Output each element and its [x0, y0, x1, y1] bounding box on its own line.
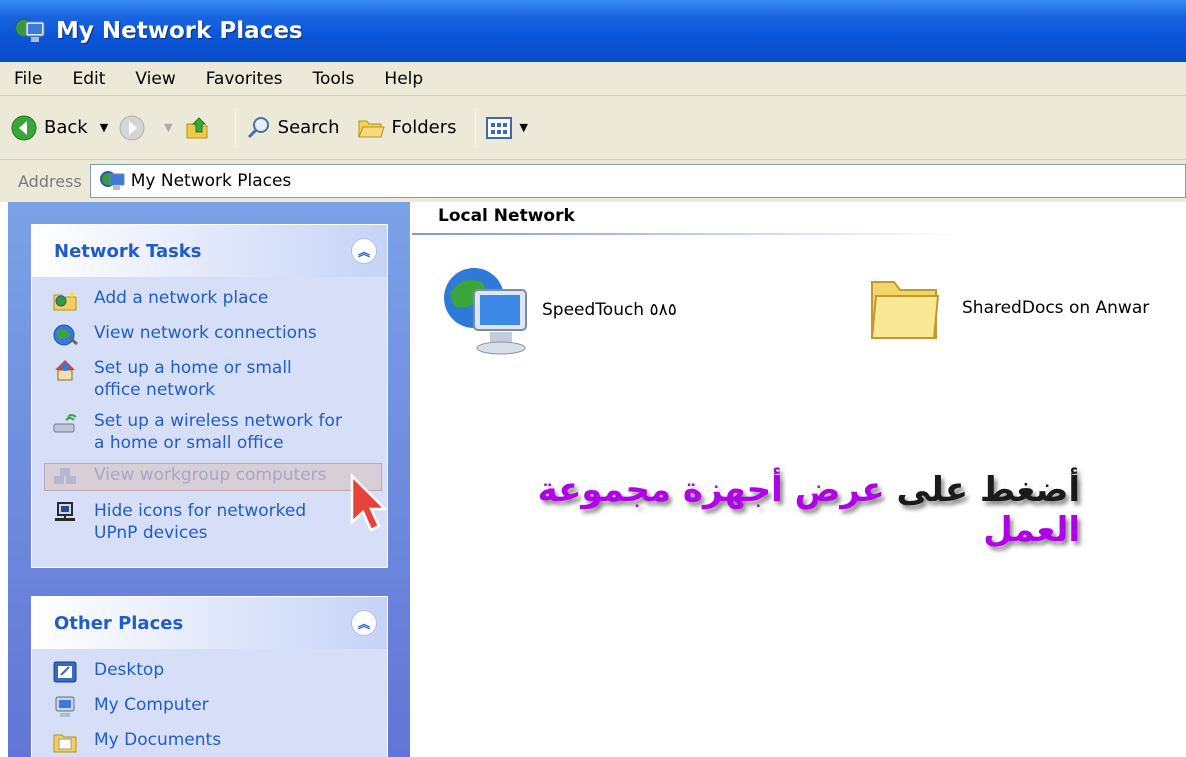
- address-field[interactable]: My Network Places: [89, 164, 1186, 198]
- other-places-header[interactable]: Other Places ︽: [32, 597, 387, 649]
- desktop-icon: [53, 661, 77, 683]
- my-computer-icon: [55, 696, 75, 717]
- back-label: Back: [44, 117, 88, 138]
- window-title: My Network Places: [56, 18, 303, 44]
- network-places-icon: [99, 171, 125, 190]
- task-label: Set up a wireless network for a home or …: [94, 411, 342, 453]
- shared-folder-icon: [870, 281, 940, 339]
- address-value: My Network Places: [130, 171, 292, 191]
- network-computer-icon: [444, 268, 527, 355]
- network-tasks-title: Network Tasks: [54, 240, 202, 262]
- task-wireless-network[interactable]: Set up a wireless network for a home or …: [52, 410, 377, 454]
- menu-favorites[interactable]: Favorites: [202, 67, 287, 91]
- home-network-icon: [55, 360, 75, 381]
- folders-icon: [358, 120, 386, 137]
- place-label: My Documents: [94, 730, 222, 750]
- other-places-panel: Other Places ︽ Desktop My Computer My Do…: [31, 596, 388, 757]
- toolbar-separator: [234, 107, 236, 148]
- section-divider: [412, 233, 962, 235]
- place-label: My Computer: [94, 695, 209, 715]
- place-label: Desktop: [94, 660, 165, 680]
- folders-label: Folders: [391, 117, 457, 138]
- task-add-network-place[interactable]: Add a network place: [52, 287, 377, 313]
- task-label: View network connections: [94, 323, 317, 343]
- address-bar: Address My Network Places: [0, 160, 1186, 202]
- task-label: Hide icons for networked UPnP devices: [94, 501, 307, 543]
- wireless-icon: [53, 414, 77, 433]
- back-button[interactable]: Back: [10, 114, 88, 142]
- task-home-network[interactable]: Set up a home or small office network: [52, 357, 377, 401]
- upnp-icon: [55, 502, 75, 521]
- task-view-workgroup-computers[interactable]: View workgroup computers: [44, 463, 382, 491]
- forward-button[interactable]: [118, 114, 152, 142]
- views-icon: [485, 116, 512, 139]
- network-item-shareddocs[interactable]: SharedDocs on Anwar: [866, 270, 1149, 346]
- task-label: Set up a home or small office network: [94, 358, 292, 400]
- up-folder-icon: [186, 116, 208, 138]
- menu-help[interactable]: Help: [380, 67, 427, 91]
- menu-file[interactable]: File: [10, 67, 46, 91]
- task-label: Add a network place: [94, 288, 269, 308]
- forward-arrow-icon: [119, 115, 145, 140]
- network-places-icon: [14, 18, 45, 42]
- search-button[interactable]: Search: [246, 115, 340, 141]
- toolbar-separator-2: [474, 107, 476, 148]
- collapse-chevron-icon[interactable]: ︽: [351, 238, 377, 264]
- network-item-label: SpeedTouch ٥٨٥: [542, 300, 677, 320]
- mouse-cursor-icon: [350, 472, 388, 532]
- network-tasks-list: Add a network place View network connect…: [32, 277, 387, 567]
- task-label: View workgroup computers: [94, 465, 327, 485]
- other-places-list: Desktop My Computer My Documents: [32, 649, 387, 757]
- address-label: Address: [18, 171, 82, 191]
- title-bar: My Network Places: [0, 0, 1186, 62]
- my-documents-icon: [53, 734, 77, 753]
- task-hide-upnp-icons[interactable]: Hide icons for networked UPnP devices: [52, 500, 377, 544]
- network-item-speedtouch[interactable]: SpeedTouch ٥٨٥: [440, 264, 677, 356]
- collapse-chevron-icon[interactable]: ︽: [351, 610, 377, 636]
- menu-edit[interactable]: Edit: [68, 67, 109, 91]
- folders-button[interactable]: Folders: [357, 116, 457, 140]
- place-my-documents[interactable]: My Documents: [52, 729, 377, 755]
- network-tasks-header[interactable]: Network Tasks ︽: [32, 225, 387, 277]
- search-label: Search: [277, 117, 340, 138]
- task-view-network-connections[interactable]: View network connections: [52, 322, 377, 348]
- place-desktop[interactable]: Desktop: [52, 659, 377, 685]
- section-header-local-network: Local Network: [438, 206, 575, 226]
- back-arrow-icon: [11, 115, 37, 140]
- workgroup-icon: [54, 468, 76, 484]
- up-folder-button[interactable]: [183, 114, 217, 142]
- add-network-place-icon: [53, 289, 77, 311]
- menu-view[interactable]: View: [131, 67, 179, 91]
- menu-tools[interactable]: Tools: [309, 67, 359, 91]
- instruction-annotation: أضغط على عرض أجهزة مجموعة العمل: [440, 470, 1080, 550]
- back-dropdown-icon[interactable]: ▼: [100, 121, 108, 134]
- menu-bar: File Edit View Favorites Tools Help: [0, 62, 1186, 96]
- search-icon: [247, 116, 269, 138]
- forward-dropdown-icon[interactable]: ▼: [164, 121, 172, 134]
- network-item-label: SharedDocs on Anwar: [962, 298, 1150, 318]
- views-dropdown-icon[interactable]: ▼: [520, 121, 528, 134]
- annotation-text-plain: أضغط على: [896, 470, 1080, 510]
- network-connections-icon: [53, 324, 78, 346]
- other-places-title: Other Places: [54, 612, 184, 634]
- place-my-computer[interactable]: My Computer: [52, 694, 377, 720]
- views-button[interactable]: [485, 116, 518, 140]
- network-tasks-panel: Network Tasks ︽ Add a network place View…: [31, 224, 388, 568]
- toolbar: Back ▼ ▼ Search Folders ▼: [0, 96, 1186, 160]
